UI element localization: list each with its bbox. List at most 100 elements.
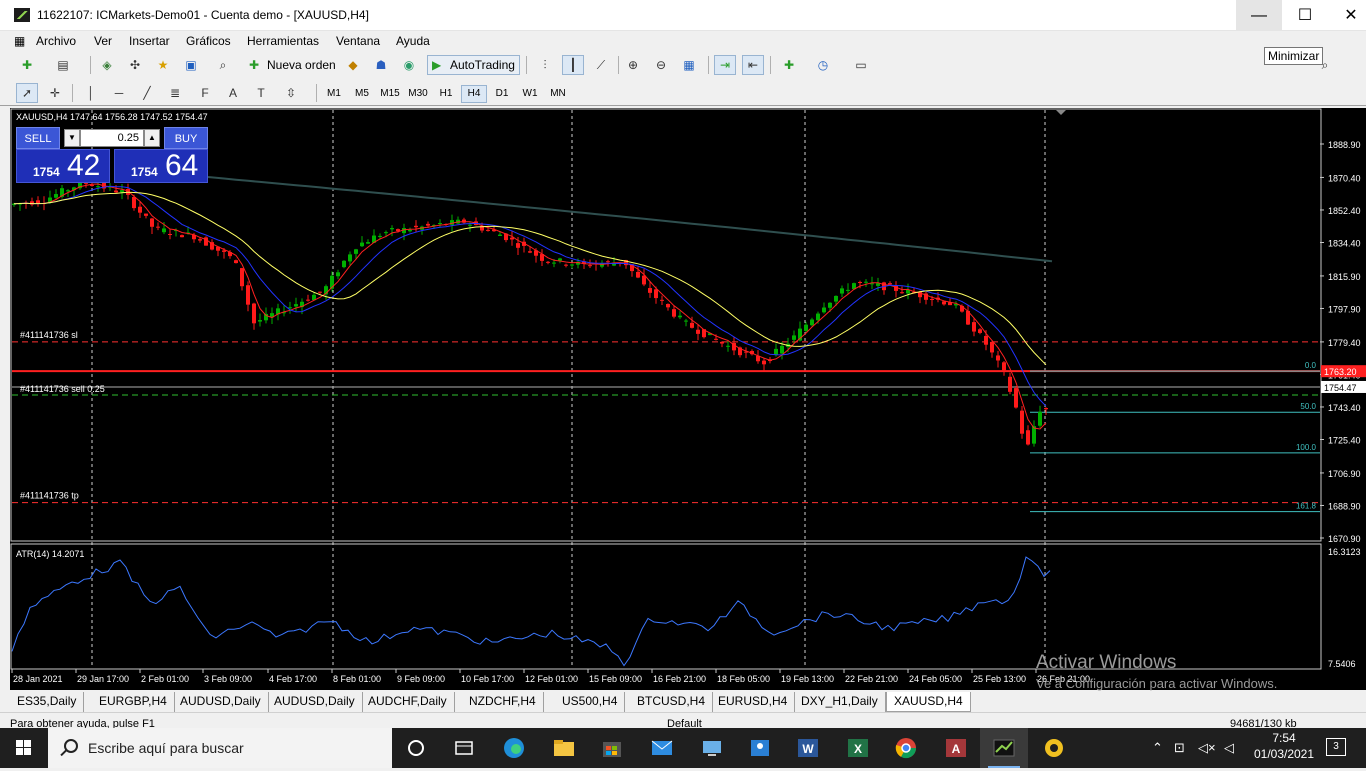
taskbar-clock-time[interactable]: 7:54 (1254, 731, 1314, 745)
settings-gear-icon[interactable] (1042, 736, 1066, 760)
strategy-tester-icon[interactable]: ⌕ (212, 55, 234, 75)
tray-chevron-up-icon[interactable]: ⌃ (1152, 740, 1163, 756)
contacts-icon[interactable] (748, 736, 772, 760)
sell-price-button[interactable]: 1754 42 (16, 149, 110, 183)
lot-decrease-button[interactable]: ▼ (64, 129, 80, 147)
time-axis-label: 24 Feb 05:00 (909, 674, 962, 684)
new-chart-icon[interactable]: ✚ (16, 55, 38, 75)
notification-center-icon[interactable]: 3 (1326, 738, 1346, 756)
new-order-button[interactable]: ✚ Nueva orden (244, 55, 341, 75)
timeframe-m5[interactable]: M5 (349, 85, 375, 103)
menu-graficos[interactable]: Gráficos (186, 34, 231, 48)
menu-herramientas[interactable]: Herramientas (247, 34, 319, 48)
start-button[interactable] (0, 728, 48, 768)
channel-icon[interactable]: ≣ (164, 83, 186, 103)
take-profit-label: #411141736 tp (20, 491, 79, 501)
text-label-icon[interactable]: T (250, 83, 272, 103)
timeframe-m1[interactable]: M1 (321, 85, 347, 103)
timeframe-m30[interactable]: M30 (405, 85, 431, 103)
terminal-icon[interactable]: ▣ (180, 55, 202, 75)
maximize-button[interactable]: ☐ (1282, 0, 1328, 31)
profiles-icon[interactable]: ▤ (52, 55, 74, 75)
cursor-icon[interactable]: ➚ (16, 83, 38, 103)
candle-body (468, 224, 472, 226)
zoom-in-icon[interactable]: ⊕ (622, 55, 644, 75)
close-button[interactable]: ✕ (1328, 0, 1366, 31)
chart-tab[interactable]: XAUUSD,H4 (886, 692, 971, 712)
tray-volume-muted-icon[interactable]: ◁× (1198, 740, 1216, 756)
fibonacci-icon[interactable]: F (194, 83, 216, 103)
tray-network-icon[interactable]: ⊡ (1174, 740, 1185, 756)
chart-tab[interactable]: AUDUSD,Daily (267, 692, 363, 712)
task-view-icon[interactable] (404, 736, 428, 760)
auto-scroll-icon[interactable]: ⇥ (714, 55, 736, 75)
menu-insertar[interactable]: Insertar (129, 34, 170, 48)
buy-button[interactable]: BUY (164, 127, 208, 149)
taskbar-clock-date[interactable]: 01/03/2021 (1248, 747, 1320, 761)
metaeditor-icon[interactable]: ◆ (342, 55, 364, 75)
navigator-icon[interactable]: ★ (152, 55, 174, 75)
tray-speaker-icon[interactable]: ◁ (1224, 740, 1234, 756)
chrome-icon[interactable] (894, 736, 918, 760)
periods-icon[interactable]: ◷ (812, 55, 834, 75)
chart-window[interactable]: 1888.90 1870.40 1852.40 1834.40 1815.90 1797.… (10, 108, 1366, 690)
timeframe-h4[interactable]: H4 (461, 85, 487, 103)
zoom-out-icon[interactable]: ⊖ (650, 55, 672, 75)
candle-body (792, 335, 796, 340)
vertical-line-icon[interactable]: │ (80, 83, 102, 103)
community-icon[interactable]: ☗ (370, 55, 392, 75)
minimize-button[interactable]: — (1236, 0, 1282, 31)
chart-tab[interactable]: BTCUSD,H4 (630, 692, 714, 712)
app-menu-icon[interactable]: ▦ (14, 34, 25, 48)
chart-tab[interactable]: US500,H4 (555, 692, 626, 712)
excel-icon[interactable]: X (846, 736, 870, 760)
access-icon[interactable]: A (944, 736, 968, 760)
trendline-icon[interactable]: ╱ (136, 83, 158, 103)
taskbar-search-box[interactable]: Escribe aquí para buscar (48, 728, 392, 768)
templates-icon[interactable]: ▭ (850, 55, 872, 75)
timeframe-m15[interactable]: M15 (377, 85, 403, 103)
mail-icon[interactable] (650, 736, 674, 760)
timeframe-w1[interactable]: W1 (517, 85, 543, 103)
candlestick-chart-icon[interactable]: ┃ (562, 55, 584, 75)
bar-chart-icon[interactable]: ⫶ (534, 55, 556, 75)
edge-browser-icon[interactable] (502, 736, 526, 760)
lot-increase-button[interactable]: ▲ (144, 129, 160, 147)
word-icon[interactable]: W (796, 736, 820, 760)
lot-size-input[interactable]: 0.25 (80, 129, 144, 147)
chart-tab[interactable]: AUDCHF,Daily (361, 692, 455, 712)
chart-shift-icon[interactable]: ⇤ (742, 55, 764, 75)
signals-icon[interactable]: ◉ (398, 55, 420, 75)
chart-tab[interactable]: ES35,Daily (10, 692, 85, 712)
price-chart[interactable]: 1888.90 1870.40 1852.40 1834.40 1815.90 1797.… (10, 108, 1366, 690)
text-tool-icon[interactable]: A (222, 83, 244, 103)
remote-desktop-icon[interactable] (700, 736, 724, 760)
timeframe-mn[interactable]: MN (545, 85, 571, 103)
data-window-icon[interactable]: ✣ (124, 55, 146, 75)
sell-button[interactable]: SELL (16, 127, 60, 149)
menu-ayuda[interactable]: Ayuda (396, 34, 430, 48)
chart-tab[interactable]: EURUSD,H4 (711, 692, 796, 712)
market-watch-icon[interactable]: ◈ (96, 55, 118, 75)
autotrading-button[interactable]: ▶ AutoTrading (427, 55, 520, 75)
line-chart-icon[interactable]: ⟋ (590, 55, 612, 75)
timeframe-h1[interactable]: H1 (433, 85, 459, 103)
menu-archivo[interactable]: Archivo (36, 34, 76, 48)
widgets-icon[interactable] (452, 736, 476, 760)
menu-ver[interactable]: Ver (94, 34, 112, 48)
indicators-icon[interactable]: ✚ (778, 55, 800, 75)
chart-tab[interactable]: AUDUSD,Daily (173, 692, 269, 712)
arrows-icon[interactable]: ⇳ (280, 83, 302, 103)
crosshair-icon[interactable]: ✛ (44, 83, 66, 103)
timeframe-d1[interactable]: D1 (489, 85, 515, 103)
menu-ventana[interactable]: Ventana (336, 34, 380, 48)
buy-price-button[interactable]: 1754 64 (114, 149, 208, 183)
metatrader-taskbar-button[interactable] (980, 728, 1028, 768)
store-icon[interactable] (600, 736, 624, 760)
horizontal-line-icon[interactable]: ─ (108, 83, 130, 103)
chart-tab[interactable]: DXY_H1,Daily (794, 692, 886, 712)
chart-tab[interactable]: NZDCHF,H4 (462, 692, 544, 712)
chart-tab[interactable]: EURGBP,H4 (92, 692, 175, 712)
file-explorer-icon[interactable] (552, 736, 576, 760)
tile-windows-icon[interactable]: ▦ (678, 55, 700, 75)
